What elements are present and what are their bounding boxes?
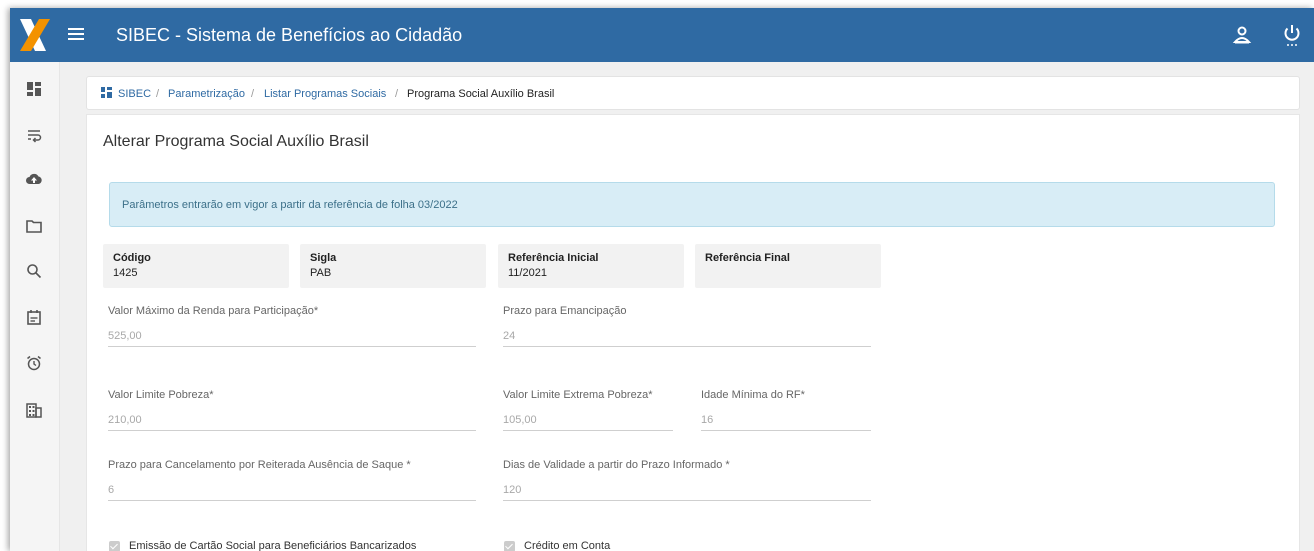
building-icon[interactable] xyxy=(25,401,43,419)
breadcrumb: SIBEC / Parametrização / Listar Programa… xyxy=(86,76,1300,110)
calendar-icon[interactable] xyxy=(25,308,43,326)
breadcrumb-listar-programas[interactable]: Listar Programas Sociais xyxy=(264,88,386,101)
wrap-text-icon[interactable] xyxy=(25,126,43,144)
sidebar xyxy=(10,62,60,551)
emissao-cartao-label: Emissão de Cartão Social para Beneficiár… xyxy=(129,540,417,551)
dias-validade-field: Dias de Validade a partir do Prazo Infor… xyxy=(503,459,871,501)
sigla-value: PAB xyxy=(310,267,332,279)
user-icon[interactable] xyxy=(1232,25,1252,45)
referencia-inicial-box: Referência Inicial 11/2021 xyxy=(498,244,684,288)
referencia-inicial-label: Referência Inicial xyxy=(508,252,599,264)
prazo-emancipacao-field: Prazo para Emancipação xyxy=(503,305,871,347)
codigo-label: Código xyxy=(113,252,151,264)
valor-maximo-input[interactable] xyxy=(108,325,476,347)
cloud-upload-icon[interactable] xyxy=(25,170,43,188)
valor-maximo-field: Valor Máximo da Renda para Participação* xyxy=(108,305,476,347)
breadcrumb-separator: / xyxy=(251,88,255,100)
credito-conta-label: Crédito em Conta xyxy=(524,540,611,551)
codigo-value: 1425 xyxy=(113,267,138,279)
info-alert: Parâmetros entrarão em vigor a partir da… xyxy=(109,182,1275,227)
referencia-final-label: Referência Final xyxy=(705,252,790,264)
dashboard-icon[interactable] xyxy=(25,80,43,98)
breadcrumb-home-icon[interactable] xyxy=(101,87,112,102)
codigo-box: Código 1425 xyxy=(103,244,289,288)
idade-minima-label: Idade Mínima do RF* xyxy=(701,389,805,401)
checkbox-checked-icon[interactable] xyxy=(109,540,120,551)
menu-icon[interactable] xyxy=(68,25,84,45)
caixa-logo xyxy=(10,8,60,62)
prazo-cancelamento-input[interactable] xyxy=(108,479,476,501)
dias-validade-input[interactable] xyxy=(503,479,871,501)
top-bar: SIBEC - Sistema de Benefícios ao Cidadão xyxy=(10,8,1314,62)
prazo-emancipacao-input[interactable] xyxy=(503,325,871,347)
power-icon[interactable] xyxy=(1282,23,1302,47)
prazo-cancelamento-field: Prazo para Cancelamento por Reiterada Au… xyxy=(108,459,476,501)
valor-limite-extrema-label: Valor Limite Extrema Pobreza* xyxy=(503,389,653,401)
app-title: SIBEC - Sistema de Benefícios ao Cidadão xyxy=(116,25,463,45)
checkbox-checked-icon[interactable] xyxy=(504,540,515,551)
sigla-label: Sigla xyxy=(310,252,337,264)
valor-limite-pobreza-input[interactable] xyxy=(108,409,476,431)
idade-minima-field: Idade Mínima do RF* xyxy=(701,389,871,431)
search-icon[interactable] xyxy=(25,262,43,280)
prazo-emancipacao-label: Prazo para Emancipação xyxy=(503,305,627,317)
breadcrumb-separator: / xyxy=(395,88,399,100)
referencia-final-box: Referência Final xyxy=(695,244,881,288)
dias-validade-label: Dias de Validade a partir do Prazo Infor… xyxy=(503,459,730,471)
form-card: Alterar Programa Social Auxílio Brasil P… xyxy=(86,114,1300,551)
breadcrumb-sibec[interactable]: SIBEC xyxy=(118,88,151,101)
valor-limite-extrema-field: Valor Limite Extrema Pobreza* xyxy=(503,389,673,431)
emissao-cartao-checkbox[interactable]: Emissão de Cartão Social para Beneficiár… xyxy=(109,540,416,551)
alert-text: Parâmetros entrarão em vigor a partir da… xyxy=(122,199,458,211)
breadcrumb-parametrizacao[interactable]: Parametrização xyxy=(168,88,245,101)
breadcrumb-current: Programa Social Auxílio Brasil xyxy=(407,88,555,100)
valor-limite-extrema-input[interactable] xyxy=(503,409,673,431)
prazo-cancelamento-label: Prazo para Cancelamento por Reiterada Au… xyxy=(108,459,411,471)
referencia-inicial-value: 11/2021 xyxy=(508,267,547,279)
valor-maximo-label: Valor Máximo da Renda para Participação* xyxy=(108,305,319,317)
valor-limite-pobreza-field: Valor Limite Pobreza* xyxy=(108,389,476,431)
breadcrumb-separator: / xyxy=(156,88,160,100)
folder-icon[interactable] xyxy=(25,217,43,235)
credito-conta-checkbox[interactable]: Crédito em Conta xyxy=(504,540,610,551)
valor-limite-pobreza-label: Valor Limite Pobreza* xyxy=(108,389,214,401)
app-window: SIBEC - Sistema de Benefícios ao Cidadão xyxy=(10,8,1314,551)
idade-minima-input[interactable] xyxy=(701,409,871,431)
alarm-icon[interactable] xyxy=(25,354,43,372)
page-title: Alterar Programa Social Auxílio Brasil xyxy=(103,133,369,150)
sigla-box: Sigla PAB xyxy=(300,244,486,288)
